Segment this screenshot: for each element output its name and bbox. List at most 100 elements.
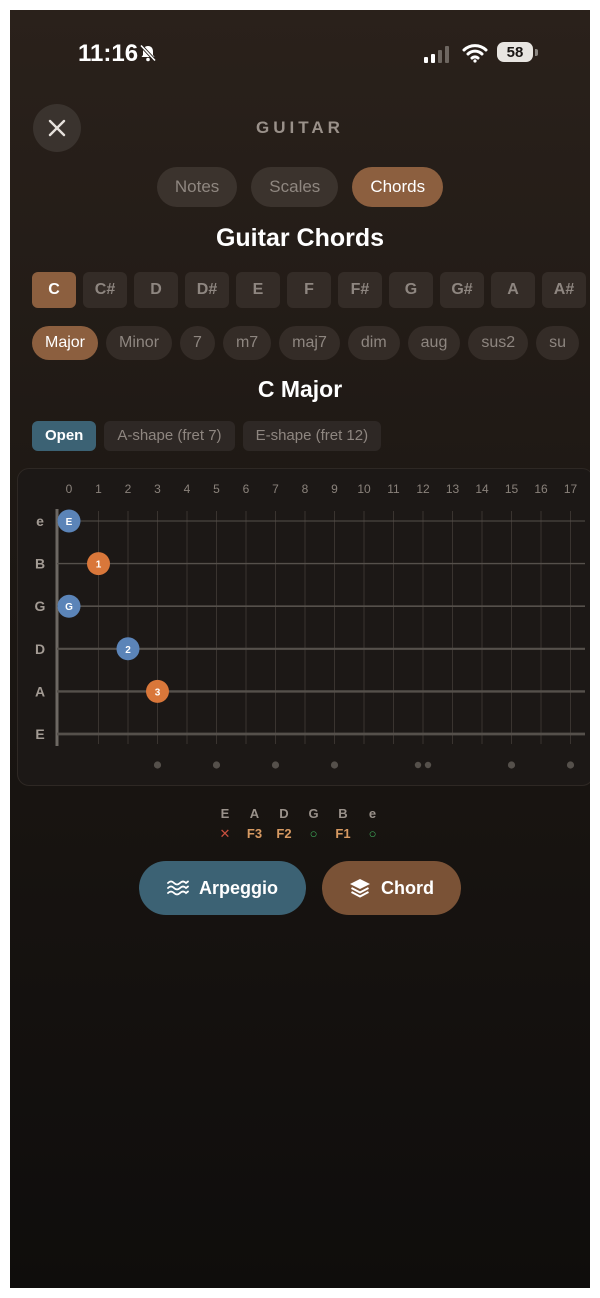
chord-title: C Major (257, 376, 343, 402)
type-sus4-partial[interactable]: su (536, 326, 580, 360)
string-summary-name: e (368, 806, 377, 821)
tab-notes[interactable]: Notes (156, 167, 238, 207)
fret-number: 0 (66, 482, 73, 496)
string-summary-cell: B F1 (328, 806, 358, 841)
cellular-signal-icon (424, 46, 449, 63)
string-summary-value: F1 (335, 826, 351, 841)
waves-icon (167, 880, 189, 896)
voicing-open[interactable]: Open (32, 421, 97, 451)
inlay-dot (153, 761, 162, 769)
inlay-dot (414, 761, 422, 769)
inlay-dot (566, 761, 575, 769)
type-dim[interactable]: dim (347, 326, 400, 360)
string-label: E (35, 726, 44, 742)
type-maj7[interactable]: maj7 (279, 326, 340, 360)
root-a[interactable]: A (491, 272, 535, 308)
chord-type-selector: Major Minor 7 m7 maj7 dim aug sus2 su (32, 326, 580, 360)
string-summary-cell: e ○ (358, 806, 388, 841)
note-marker-label: 3 (155, 687, 161, 698)
string-label: G (35, 598, 46, 614)
voicing-e-shape[interactable]: E-shape (fret 12) (242, 421, 382, 451)
type-sus2[interactable]: sus2 (468, 326, 529, 360)
fret-number: 11 (387, 482, 400, 496)
root-e[interactable]: E (236, 272, 280, 308)
fret-number: 5 (213, 482, 220, 496)
string-summary-name: E (220, 806, 230, 821)
fret-number: 6 (243, 482, 250, 496)
layers-icon (350, 879, 370, 898)
type-minor[interactable]: Minor (106, 326, 173, 360)
string-summary-name: D (279, 806, 289, 821)
root-g-sharp[interactable]: G# (440, 272, 484, 308)
inlay-dot (424, 761, 432, 769)
type-aug[interactable]: aug (407, 326, 461, 360)
fret-number: 8 (302, 482, 309, 496)
string-summary-cell: D F2 (269, 806, 299, 841)
string-summary-value: ○ (309, 826, 318, 841)
string-summary-value: F2 (276, 826, 292, 841)
status-time: 11:16 (78, 40, 139, 67)
fretboard-diagram: eBGDAE0 1 2 3 4 5 6 7 8 9 10 11 12 13 14 15 16 17E1G23 (35, 482, 585, 769)
root-d[interactable]: D (134, 272, 178, 308)
mode-tabs: Notes Scales Chords (10, 167, 590, 207)
string-summary-cell: E ✕ (210, 806, 240, 842)
type-major[interactable]: Major (32, 326, 99, 360)
inlay-dot (212, 761, 221, 769)
fret-number: 7 (272, 482, 279, 496)
string-summary-cell: A F3 (240, 806, 270, 841)
string-label: B (35, 556, 45, 572)
note-marker-label: 2 (125, 645, 131, 656)
string-label: A (35, 683, 45, 699)
chord-label: Chord (381, 877, 434, 898)
root-c-sharp[interactable]: C# (83, 272, 127, 308)
root-f-sharp[interactable]: F# (338, 272, 382, 308)
bell-muted-icon (138, 43, 158, 68)
fret-number: 3 (154, 482, 161, 496)
string-summary-name: G (308, 806, 319, 821)
tab-scales[interactable]: Scales (251, 167, 339, 207)
fret-number: 13 (446, 482, 460, 496)
battery-cap (535, 49, 538, 56)
root-note-selector: C C# D D# E F F# G G# A A# (32, 272, 586, 308)
fret-number: 1 (95, 482, 102, 496)
voicing-selector: Open A-shape (fret 7) E-shape (fret 12) (32, 421, 382, 451)
fret-number: 9 (331, 482, 338, 496)
type-7[interactable]: 7 (180, 326, 215, 360)
arpeggio-button[interactable]: Arpeggio (139, 861, 306, 915)
inlay-dot (507, 761, 516, 769)
fret-number: 2 (125, 482, 132, 496)
string-label: e (36, 513, 44, 529)
fret-number: 17 (564, 482, 578, 496)
root-d-sharp[interactable]: D# (185, 272, 229, 308)
fret-number: 16 (534, 482, 548, 496)
type-m7[interactable]: m7 (222, 326, 272, 360)
root-f[interactable]: F (287, 272, 331, 308)
note-marker-label: G (65, 602, 73, 613)
section-title: Guitar Chords (215, 224, 385, 252)
string-summary-value: ✕ (219, 826, 231, 841)
string-summary-value: ○ (368, 826, 377, 841)
app-screen: 11:16 58 GUITAR Notes Scales Chords Guit… (10, 10, 590, 1288)
string-label: D (35, 641, 45, 657)
inlay-dot (330, 761, 339, 769)
fret-number: 12 (416, 482, 430, 496)
tab-chords[interactable]: Chords (352, 167, 444, 207)
fret-number: 15 (505, 482, 519, 496)
battery-indicator: 58 (497, 42, 533, 62)
fret-number: 14 (475, 482, 489, 496)
wifi-icon (462, 43, 488, 68)
root-a-sharp[interactable]: A# (542, 272, 586, 308)
root-c[interactable]: C (32, 272, 76, 308)
inlay-dot (271, 761, 280, 769)
string-summary-name: A (249, 806, 260, 821)
arpeggio-label: Arpeggio (199, 877, 278, 898)
string-summary-name: B (338, 806, 348, 821)
chord-button[interactable]: Chord (322, 861, 461, 915)
app-title: GUITAR (256, 118, 344, 137)
root-g[interactable]: G (389, 272, 433, 308)
voicing-a-shape[interactable]: A-shape (fret 7) (104, 421, 235, 451)
note-marker-label: E (66, 517, 73, 528)
note-marker-label: 1 (96, 560, 102, 571)
string-summary-value: F3 (246, 826, 263, 841)
fretboard: e B G D A E 0 1 2 3 4 5 6 7 8 9 10 11 12 13 14 15 16 17 E 1 G 2 3 (17, 468, 590, 786)
